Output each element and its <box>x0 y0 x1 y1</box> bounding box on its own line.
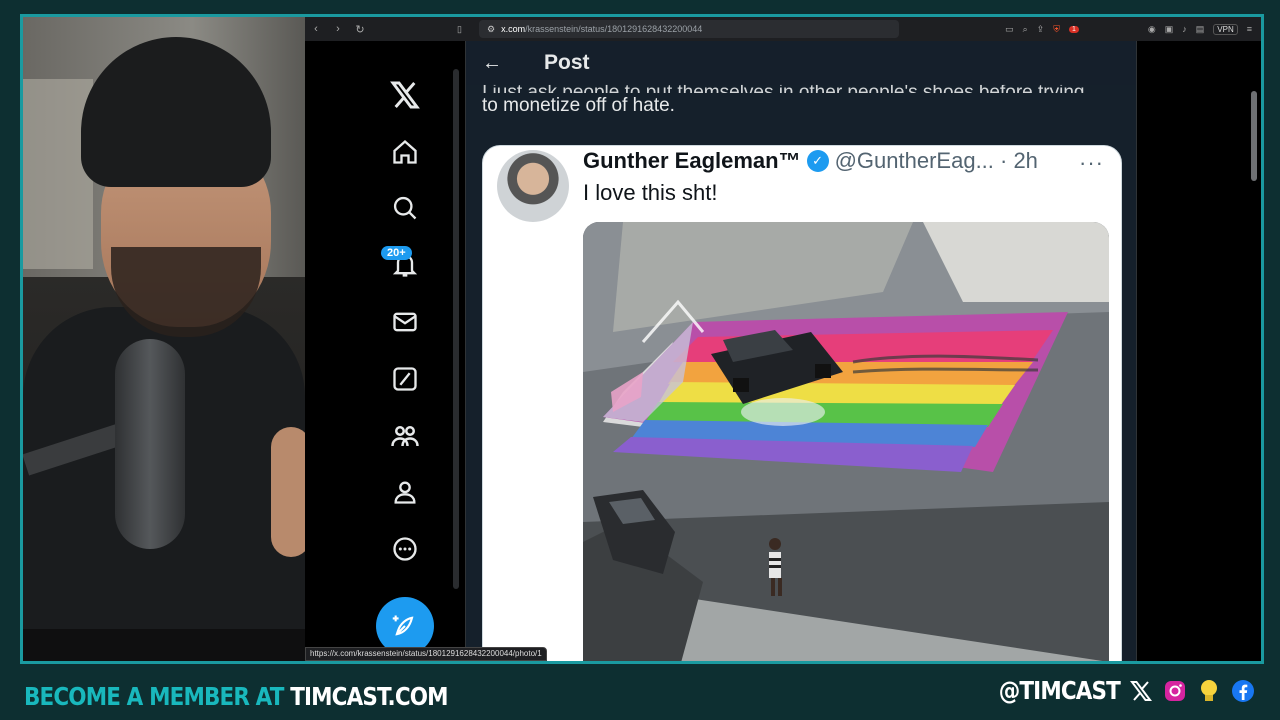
site-name: TIMCAST.COM <box>290 681 448 711</box>
crosswalk-photo-image <box>583 222 1109 661</box>
profile-icon[interactable] <box>387 474 423 510</box>
author-name[interactable]: Gunther Eagleman™ <box>583 148 801 174</box>
quoted-tweet-card[interactable]: Gunther Eagleman™ ✓ @GuntherEag... · 2h … <box>482 145 1122 661</box>
menu-icon[interactable]: ≡ <box>1247 24 1252 34</box>
stream-frame: ‹ › ↻ ▯ ⚙ x.com/krassenstein/status/1801… <box>20 14 1264 664</box>
vpn-button[interactable]: VPN <box>1213 23 1238 35</box>
post-header: ← Post <box>466 41 1136 85</box>
back-arrow-icon[interactable]: ← <box>482 52 512 75</box>
tweet-author-row: Gunther Eagleman™ ✓ @GuntherEag... · 2h <box>583 148 1038 174</box>
x-logo-icon[interactable] <box>387 77 423 113</box>
microphone <box>115 339 185 549</box>
sidebar-scrollbar[interactable] <box>453 69 459 589</box>
page-scrollbar-thumb[interactable] <box>1251 91 1257 181</box>
music-icon[interactable]: ♪ <box>1182 24 1187 34</box>
page-title: Post <box>544 51 590 74</box>
page-scrollbar[interactable] <box>1250 45 1258 645</box>
wallet-icon[interactable]: ▤ <box>1196 24 1205 35</box>
social-links: @TIMCAST <box>979 676 1256 705</box>
site-settings-icon[interactable]: ⚙ <box>487 24 495 35</box>
post-text-line: to monetize off of hate. <box>482 95 675 116</box>
back-arrow-icon[interactable]: ‹ <box>305 23 327 35</box>
extensions-icon[interactable]: ◉ <box>1148 24 1156 35</box>
zoom-icon[interactable]: ⌕ <box>1023 24 1028 35</box>
url-domain: x.com <box>501 24 526 34</box>
post-column: I just ask people to put themselves in o… <box>465 41 1137 661</box>
member-cta-text: BECOME A MEMBER AT <box>24 681 291 711</box>
messages-icon[interactable] <box>387 304 423 340</box>
webcam-feed <box>23 17 305 661</box>
browser-window: ‹ › ↻ ▯ ⚙ x.com/krassenstein/status/1801… <box>305 17 1261 661</box>
x-sidebar: 20+ <box>305 41 465 661</box>
communities-icon[interactable] <box>387 418 423 454</box>
puzzle-icon[interactable]: ▣ <box>1165 24 1174 35</box>
extension-badge: 1 <box>1068 25 1079 33</box>
cast-icon[interactable]: ▭ <box>1005 24 1014 35</box>
address-bar[interactable]: ⚙ x.com/krassenstein/status/180129162843… <box>479 20 899 38</box>
link-status-bar: https://x.com/krassenstein/status/180129… <box>305 647 547 661</box>
forward-arrow-icon[interactable]: › <box>327 23 349 35</box>
member-cta: BECOME A MEMBER AT TIMCAST.COM <box>24 681 449 711</box>
lightbulb-icon <box>1196 678 1222 704</box>
tweet-text: I love this sht! <box>583 180 718 205</box>
author-handle-time[interactable]: @GuntherEag... · 2h <box>835 148 1038 174</box>
grok-icon[interactable] <box>387 361 423 397</box>
search-icon[interactable] <box>387 190 423 226</box>
tweet-photo[interactable] <box>583 222 1109 661</box>
browser-toolbar: ‹ › ↻ ▯ ⚙ x.com/krassenstein/status/1801… <box>305 17 1261 41</box>
verified-badge-icon: ✓ <box>806 150 829 172</box>
instagram-icon <box>1162 678 1188 704</box>
notification-count-badge: 20+ <box>381 246 412 260</box>
reload-icon[interactable]: ↻ <box>349 23 371 36</box>
stream-banner: BECOME A MEMBER AT TIMCAST.COM @TIMCAST <box>0 672 1280 720</box>
post-text: I just ask people to put themselves in o… <box>482 82 1122 119</box>
more-options-icon[interactable]: ··· <box>1079 150 1104 176</box>
feather-plus-icon <box>392 615 414 636</box>
brave-shield-icon[interactable]: ⛨ <box>1053 24 1060 35</box>
url-path: /krassenstein/status/1801291628432200044 <box>525 24 703 34</box>
bookmark-icon[interactable]: ▯ <box>457 24 473 35</box>
facebook-icon <box>1230 678 1256 704</box>
more-circle-icon[interactable] <box>387 531 423 567</box>
home-icon[interactable] <box>387 134 423 170</box>
avatar[interactable] <box>497 150 569 222</box>
share-icon[interactable]: ⇪ <box>1037 24 1045 35</box>
x-logo-icon <box>1128 678 1154 704</box>
social-handle: @TIMCAST <box>998 676 1121 705</box>
